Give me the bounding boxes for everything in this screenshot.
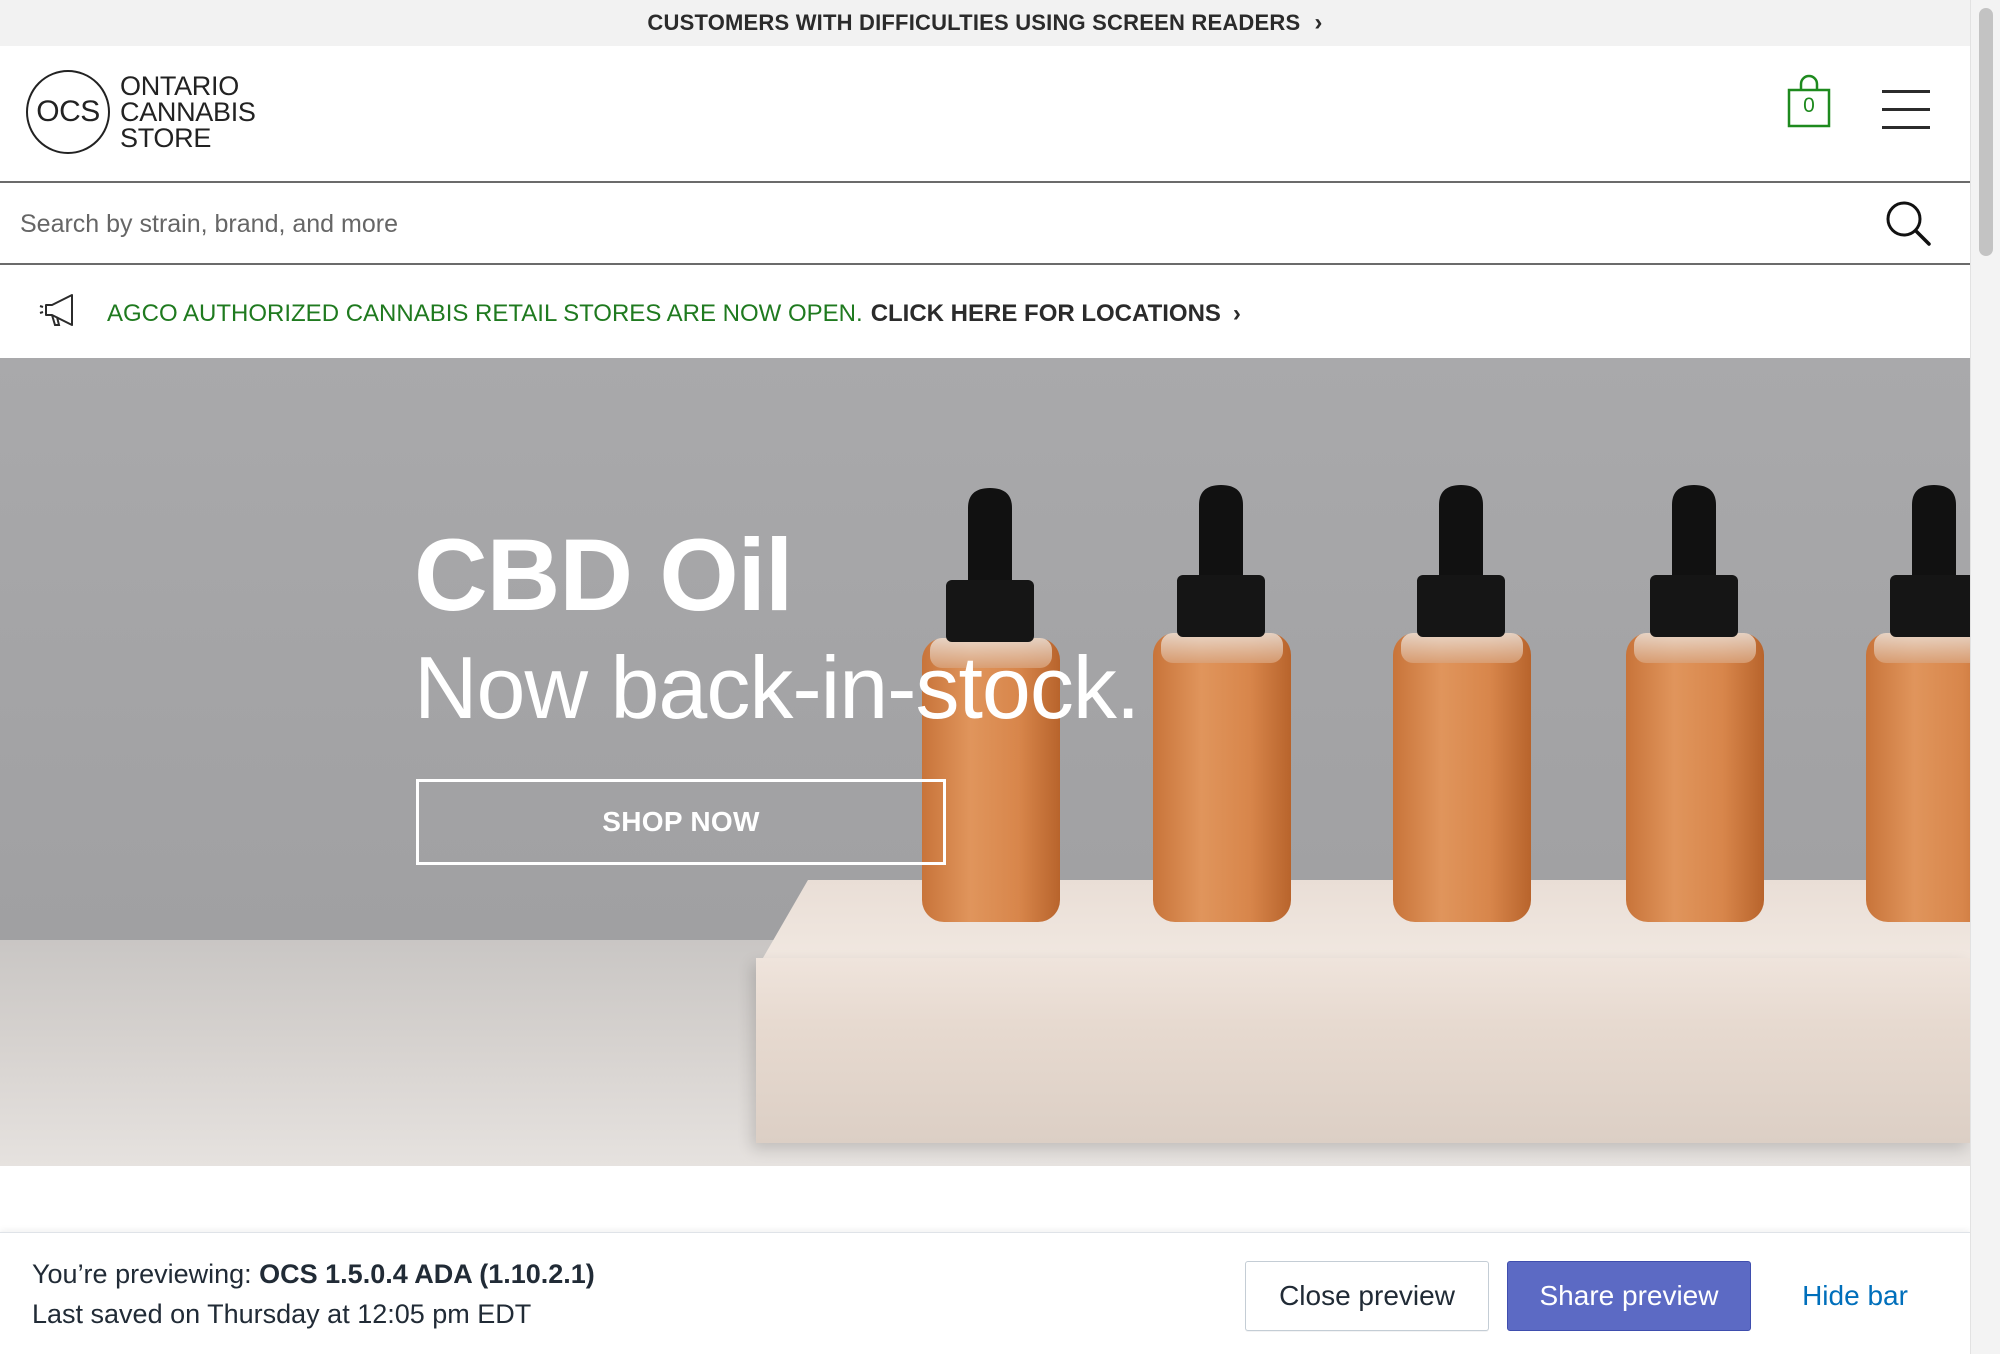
- bottle-3: [1393, 485, 1531, 922]
- locations-link[interactable]: CLICK HERE FOR LOCATIONS: [871, 300, 1221, 327]
- hero-title: CBD Oil: [414, 518, 793, 632]
- vertical-scrollbar[interactable]: [1970, 0, 2000, 1354]
- hide-bar-button[interactable]: Hide bar: [1780, 1261, 1930, 1331]
- page: CUSTOMERS WITH DIFFICULTIES USING SCREEN…: [0, 0, 1970, 1354]
- logo-line-1: ONTARIO: [120, 71, 239, 101]
- bottle-5: [1866, 485, 1970, 922]
- logo-line-3: STORE: [120, 123, 212, 153]
- ocs-logo[interactable]: OCS ONTARIO CANNABIS STORE: [26, 70, 256, 154]
- close-preview-button[interactable]: Close preview: [1245, 1261, 1489, 1331]
- site-header: OCS ONTARIO CANNABIS STORE 0: [0, 46, 1970, 183]
- accessibility-bar[interactable]: CUSTOMERS WITH DIFFICULTIES USING SCREEN…: [0, 0, 1970, 46]
- accessibility-bar-text[interactable]: CUSTOMERS WITH DIFFICULTIES USING SCREEN…: [647, 10, 1300, 36]
- announcement-bar[interactable]: AGCO AUTHORIZED CANNABIS RETAIL STORES A…: [0, 265, 1970, 358]
- search-bar: [0, 183, 1970, 265]
- search-input[interactable]: [18, 201, 1842, 247]
- announcement-highlight: AGCO AUTHORIZED CANNABIS RETAIL STORES A…: [107, 300, 863, 327]
- hero-subtitle: Now back-in-stock.: [414, 638, 1140, 737]
- hamburger-menu-icon: [1882, 90, 1930, 129]
- cart-button[interactable]: 0: [1786, 72, 1832, 130]
- theme-preview-bar: You’re previewing: OCS 1.5.0.4 ADA (1.10…: [0, 1232, 1970, 1354]
- bottle-4: [1626, 485, 1764, 922]
- search-icon[interactable]: [1884, 199, 1932, 247]
- chevron-right-icon: ›: [1232, 300, 1241, 327]
- menu-button[interactable]: [1882, 88, 1930, 132]
- logo-line-2: CANNABIS: [120, 97, 256, 127]
- scrollbar-thumb[interactable]: [1979, 8, 1993, 256]
- theme-name: OCS 1.5.0.4 ADA (1.10.2.1): [259, 1259, 595, 1289]
- preview-status: You’re previewing: OCS 1.5.0.4 ADA (1.10…: [32, 1259, 595, 1290]
- logo-mark: OCS: [26, 70, 110, 154]
- shop-now-button[interactable]: SHOP NOW: [416, 779, 946, 865]
- logo-wordmark: ONTARIO CANNABIS STORE: [120, 71, 256, 153]
- chevron-right-icon: ›: [1314, 9, 1323, 36]
- previewing-label: You’re previewing:: [32, 1259, 252, 1289]
- megaphone-icon: [39, 294, 73, 326]
- announcement-text[interactable]: AGCO AUTHORIZED CANNABIS RETAIL STORES A…: [107, 300, 1241, 328]
- hero-banner: CBD Oil Now back-in-stock. SHOP NOW: [0, 358, 1970, 1166]
- hero-bottles-image: [922, 485, 1970, 922]
- share-preview-button[interactable]: Share preview: [1507, 1261, 1751, 1331]
- last-saved-text: Last saved on Thursday at 12:05 pm EDT: [32, 1299, 532, 1329]
- bottle-2: [1153, 485, 1291, 922]
- cart-count: 0: [1803, 94, 1815, 117]
